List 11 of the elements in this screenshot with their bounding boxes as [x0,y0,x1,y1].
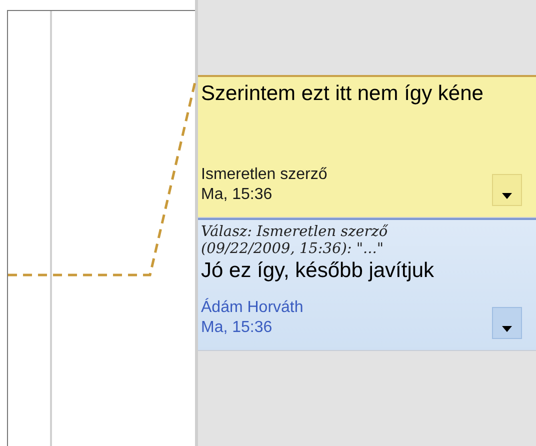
comment-text: Jó ez így, később javítjuk [201,258,436,284]
caret-icon [502,193,512,199]
comment-menu-button[interactable] [492,307,522,339]
comment-author: Ismeretlen szerző [201,165,328,185]
comment-time: Ma, 15:36 [201,318,274,338]
comment-menu-button[interactable] [492,174,522,206]
comment-time: Ma, 15:36 [201,185,274,205]
reply-quote: Válasz: Ismeretlen szerző (09/22/2009, 15:36): "..." [201,224,389,258]
caret-icon [502,326,512,332]
comment-author: Ádám Horváth [201,298,304,318]
comment-text: Szerintem ezt itt nem így kéne [201,81,484,107]
